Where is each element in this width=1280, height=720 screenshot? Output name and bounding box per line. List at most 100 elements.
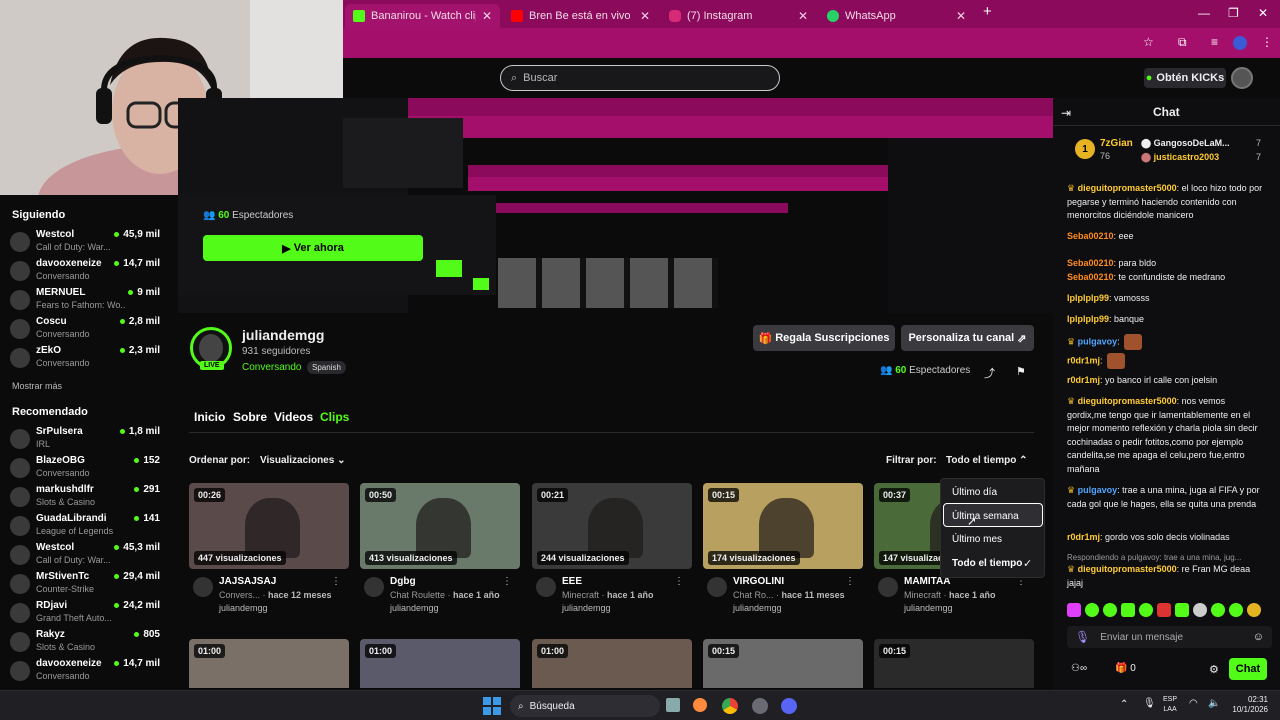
sidebar-channel[interactable]: MrStivenTc Counter-Strike 29,4 mil: [10, 571, 170, 599]
media-icon[interactable]: ≡: [1211, 35, 1218, 49]
browser-tab[interactable]: (7) Instagram ✕: [661, 4, 816, 28]
sort-dropdown[interactable]: Visualizaciones ⌄: [260, 455, 345, 466]
send-chat-button[interactable]: Chat: [1229, 658, 1267, 680]
chat-username[interactable]: lplplplp99: [1067, 293, 1109, 303]
chat-username[interactable]: pulgavoy: [1078, 336, 1118, 346]
clip-author[interactable]: juliandemgg: [219, 603, 268, 613]
clip-author[interactable]: juliandemgg: [390, 603, 439, 613]
clock[interactable]: 02:31 10/1/2026: [1228, 695, 1268, 715]
browser-tab[interactable]: Bren Be está en vivo - YouTube ✕: [503, 4, 658, 28]
get-kicks-button[interactable]: ● Obtén KICKs: [1144, 68, 1226, 88]
chrome-icon[interactable]: [722, 698, 738, 714]
close-tab-icon[interactable]: ✕: [956, 9, 966, 23]
user-avatar[interactable]: [1231, 67, 1253, 89]
clip-card[interactable]: 00:21 244 visualizaciones EEE Minecraft · h…: [532, 483, 692, 613]
emote-icon[interactable]: [1175, 603, 1189, 617]
chat-username[interactable]: dieguitopromaster5000: [1078, 564, 1177, 574]
sidebar-channel[interactable]: RDjavi Grand Theft Auto... 24,2 mil: [10, 600, 170, 628]
chat-username[interactable]: Seba00210: [1067, 231, 1114, 241]
search-input[interactable]: ⌕ Buscar: [500, 65, 780, 91]
sidebar-channel[interactable]: Westcol Call of Duty: War... 45,9 mil: [10, 229, 170, 257]
top-gifter-name[interactable]: ⬤ GangosoDeLaM...: [1141, 138, 1230, 149]
clip-card[interactable]: 00:15 174 visualizaciones VIRGOLINI Chat Ro…: [703, 483, 863, 613]
sidebar-channel[interactable]: BlazeOBG Conversando 152: [10, 455, 170, 483]
filter-dropdown[interactable]: Todo el tiempo ⌃: [946, 455, 1028, 466]
clip-menu-icon[interactable]: ⋮: [674, 576, 684, 587]
app-icon[interactable]: [752, 698, 768, 714]
watch-now-button[interactable]: ▶ Ver ahora: [203, 235, 423, 261]
clip-card[interactable]: 00:15: [874, 639, 1034, 688]
clip-author[interactable]: juliandemgg: [904, 603, 953, 613]
emote-icon[interactable]: [1247, 603, 1261, 617]
tab-videos[interactable]: Videos: [274, 410, 313, 424]
clip-category[interactable]: Minecraft: [904, 590, 941, 600]
settings-icon[interactable]: ⚙: [1209, 663, 1219, 676]
customize-channel-button[interactable]: Personaliza tu canal ⇗: [901, 325, 1034, 351]
tab-clips[interactable]: Clips: [320, 410, 349, 424]
clip-title[interactable]: Dgbg: [390, 576, 416, 587]
clip-menu-icon[interactable]: ⋮: [502, 576, 512, 587]
filter-option-day[interactable]: Último día: [952, 487, 997, 498]
top-gifter-name[interactable]: 7zGian: [1100, 138, 1133, 149]
emoji-icon[interactable]: ☺: [1253, 631, 1264, 643]
emote-icon[interactable]: [1121, 603, 1135, 617]
chevron-up-icon[interactable]: ⌃: [1120, 699, 1128, 710]
close-window-button[interactable]: ✕: [1258, 6, 1268, 20]
sidebar-channel[interactable]: davooxeneize Conversando 14,7 mil: [10, 658, 170, 686]
chat-username[interactable]: Seba00210: [1067, 258, 1114, 268]
filter-option-all[interactable]: Todo el tiempo: [952, 558, 1022, 569]
emote-icon[interactable]: [1193, 603, 1207, 617]
sidebar-channel[interactable]: Westcol Call of Duty: War... 45,3 mil: [10, 542, 170, 570]
close-tab-icon[interactable]: ✕: [482, 9, 492, 23]
clip-thumbnail[interactable]: 00:26 447 visualizaciones: [189, 483, 349, 569]
emote-icon[interactable]: [1103, 603, 1117, 617]
new-tab-button[interactable]: +: [983, 3, 992, 20]
close-tab-icon[interactable]: ✕: [798, 9, 808, 23]
close-tab-icon[interactable]: ✕: [640, 9, 650, 23]
taskbar-search[interactable]: ⌕ Búsqueda: [510, 695, 660, 717]
clip-category[interactable]: Chat Roulette: [390, 590, 445, 600]
windows-start-icon[interactable]: [483, 697, 501, 715]
sidebar-channel[interactable]: zEkO Conversando 2,3 mil: [10, 345, 170, 373]
chat-username[interactable]: r0dr1mj: [1067, 375, 1100, 385]
gift-subs-button[interactable]: 🎁 Regala Suscripciones: [753, 325, 895, 351]
browser-tab[interactable]: Bananirou - Watch clips on Kick ✕: [345, 4, 500, 28]
channel-category[interactable]: Conversando: [242, 362, 301, 373]
emote-icon[interactable]: [1229, 603, 1243, 617]
language-indicator[interactable]: ESP LAA: [1163, 695, 1177, 715]
chat-username[interactable]: dieguitopromaster5000: [1078, 396, 1177, 406]
clip-title[interactable]: JAJSAJSAJ: [219, 576, 276, 587]
clip-card[interactable]: 00:15: [703, 639, 863, 688]
browser-tab[interactable]: WhatsApp ✕: [819, 4, 974, 28]
sidebar-channel[interactable]: markushdlfr Slots & Casino 291: [10, 484, 170, 512]
sidebar-channel[interactable]: Rakyz Slots & Casino 805: [10, 629, 170, 657]
filter-option-month[interactable]: Último mes: [952, 534, 1002, 545]
kicks-counter[interactable]: 🎁 0: [1115, 663, 1136, 674]
emote-icon[interactable]: [1139, 603, 1153, 617]
chat-username[interactable]: Seba00210: [1067, 272, 1114, 282]
sidebar-channel[interactable]: Coscu Conversando 2,8 mil: [10, 316, 170, 344]
emote-icon[interactable]: [1067, 603, 1081, 617]
emote-icon[interactable]: [1211, 603, 1225, 617]
sidebar-channel[interactable]: davooxeneize Conversando 14,7 mil: [10, 258, 170, 286]
clip-card[interactable]: 01:00: [532, 639, 692, 688]
top-gifter-name[interactable]: ⬤ justicastro2003: [1141, 152, 1219, 163]
maximize-button[interactable]: ❐: [1228, 6, 1239, 20]
profile-icon[interactable]: [1233, 36, 1247, 50]
chat-username[interactable]: r0dr1mj: [1067, 355, 1100, 365]
clip-thumbnail[interactable]: 00:15: [703, 639, 863, 688]
clip-title[interactable]: VIRGOLINI: [733, 576, 784, 587]
emote-icon[interactable]: [1157, 603, 1171, 617]
emote-icon[interactable]: [1085, 603, 1099, 617]
clip-category[interactable]: Minecraft: [562, 590, 599, 600]
clip-thumbnail[interactable]: 00:50 413 visualizaciones: [360, 483, 520, 569]
clip-thumbnail[interactable]: 01:00: [360, 639, 520, 688]
chat-username[interactable]: lplplplp99: [1067, 314, 1109, 324]
language-tag[interactable]: Spanish: [307, 361, 346, 374]
clip-card[interactable]: 01:00: [189, 639, 349, 688]
clip-menu-icon[interactable]: ⋮: [331, 576, 341, 587]
collapse-chat-icon[interactable]: ⇥: [1061, 106, 1071, 120]
clip-card[interactable]: 00:26 447 visualizaciones JAJSAJSAJ Convers…: [189, 483, 349, 613]
minimize-button[interactable]: —: [1198, 6, 1210, 20]
clip-card[interactable]: 00:50 413 visualizaciones Dgbg Chat Roulett…: [360, 483, 520, 613]
